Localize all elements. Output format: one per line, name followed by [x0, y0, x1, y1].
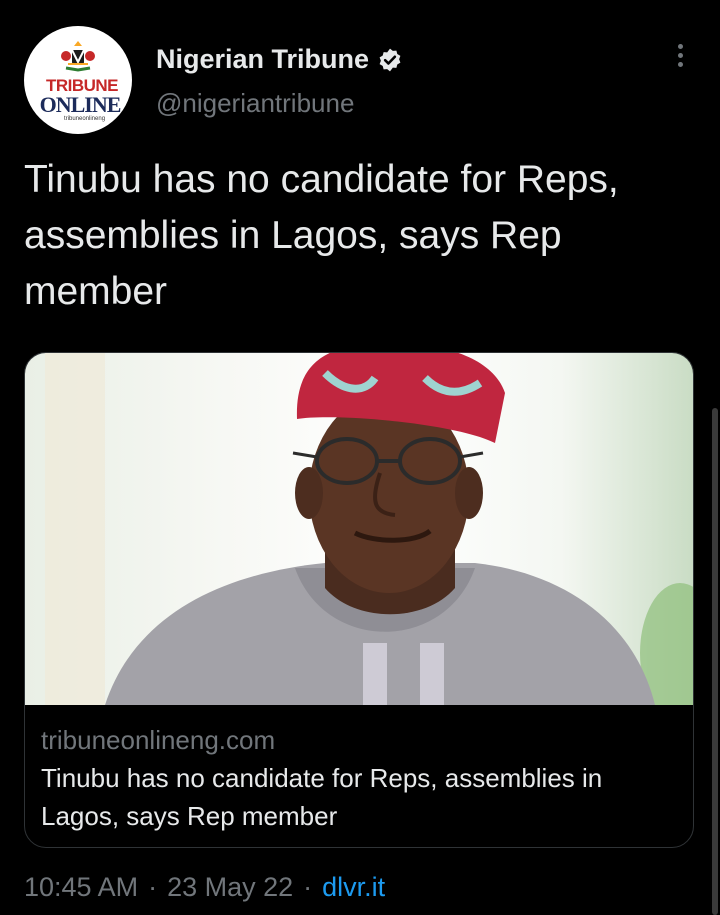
separator-dot: ·	[303, 872, 313, 902]
coat-of-arms-icon	[61, 41, 95, 72]
tweet-source-link[interactable]: dlvr.it	[322, 872, 385, 903]
link-card[interactable]: tribuneonlineng.com Tinubu has no candid…	[24, 352, 694, 848]
card-title: Tinubu has no candidate for Reps, assemb…	[41, 763, 603, 831]
author-name-row[interactable]: Nigerian Tribune	[156, 44, 403, 75]
tweet-timestamp-row: 10:45 AM · 23 May 22 · dlvr.it	[24, 872, 385, 903]
display-name[interactable]: Nigerian Tribune	[156, 44, 369, 75]
tweet-date[interactable]: 23 May 22	[167, 872, 293, 903]
card-domain: tribuneonlineng.com	[41, 725, 276, 755]
tweet[interactable]: TRIBUNE ONLINE tribuneonlineng Nigerian …	[0, 0, 720, 915]
card-meta[interactable]: tribuneonlineng.com Tinubu has no candid…	[41, 723, 681, 835]
separator-dot: ·	[148, 872, 158, 902]
scrollbar[interactable]	[712, 408, 718, 915]
avatar-logo-bottom: ONLINE	[39, 92, 122, 117]
tweet-time[interactable]: 10:45 AM	[24, 872, 138, 903]
verified-badge-icon	[379, 48, 401, 71]
handle[interactable]: @nigeriantribune	[156, 88, 354, 119]
more-options-icon[interactable]	[670, 44, 690, 74]
avatar[interactable]: TRIBUNE ONLINE tribuneonlineng	[24, 26, 132, 134]
tweet-text: Tinubu has no candidate for Reps, assemb…	[24, 158, 619, 313]
card-image[interactable]	[25, 353, 693, 705]
avatar-logo-url: tribuneonlineng	[64, 116, 106, 122]
